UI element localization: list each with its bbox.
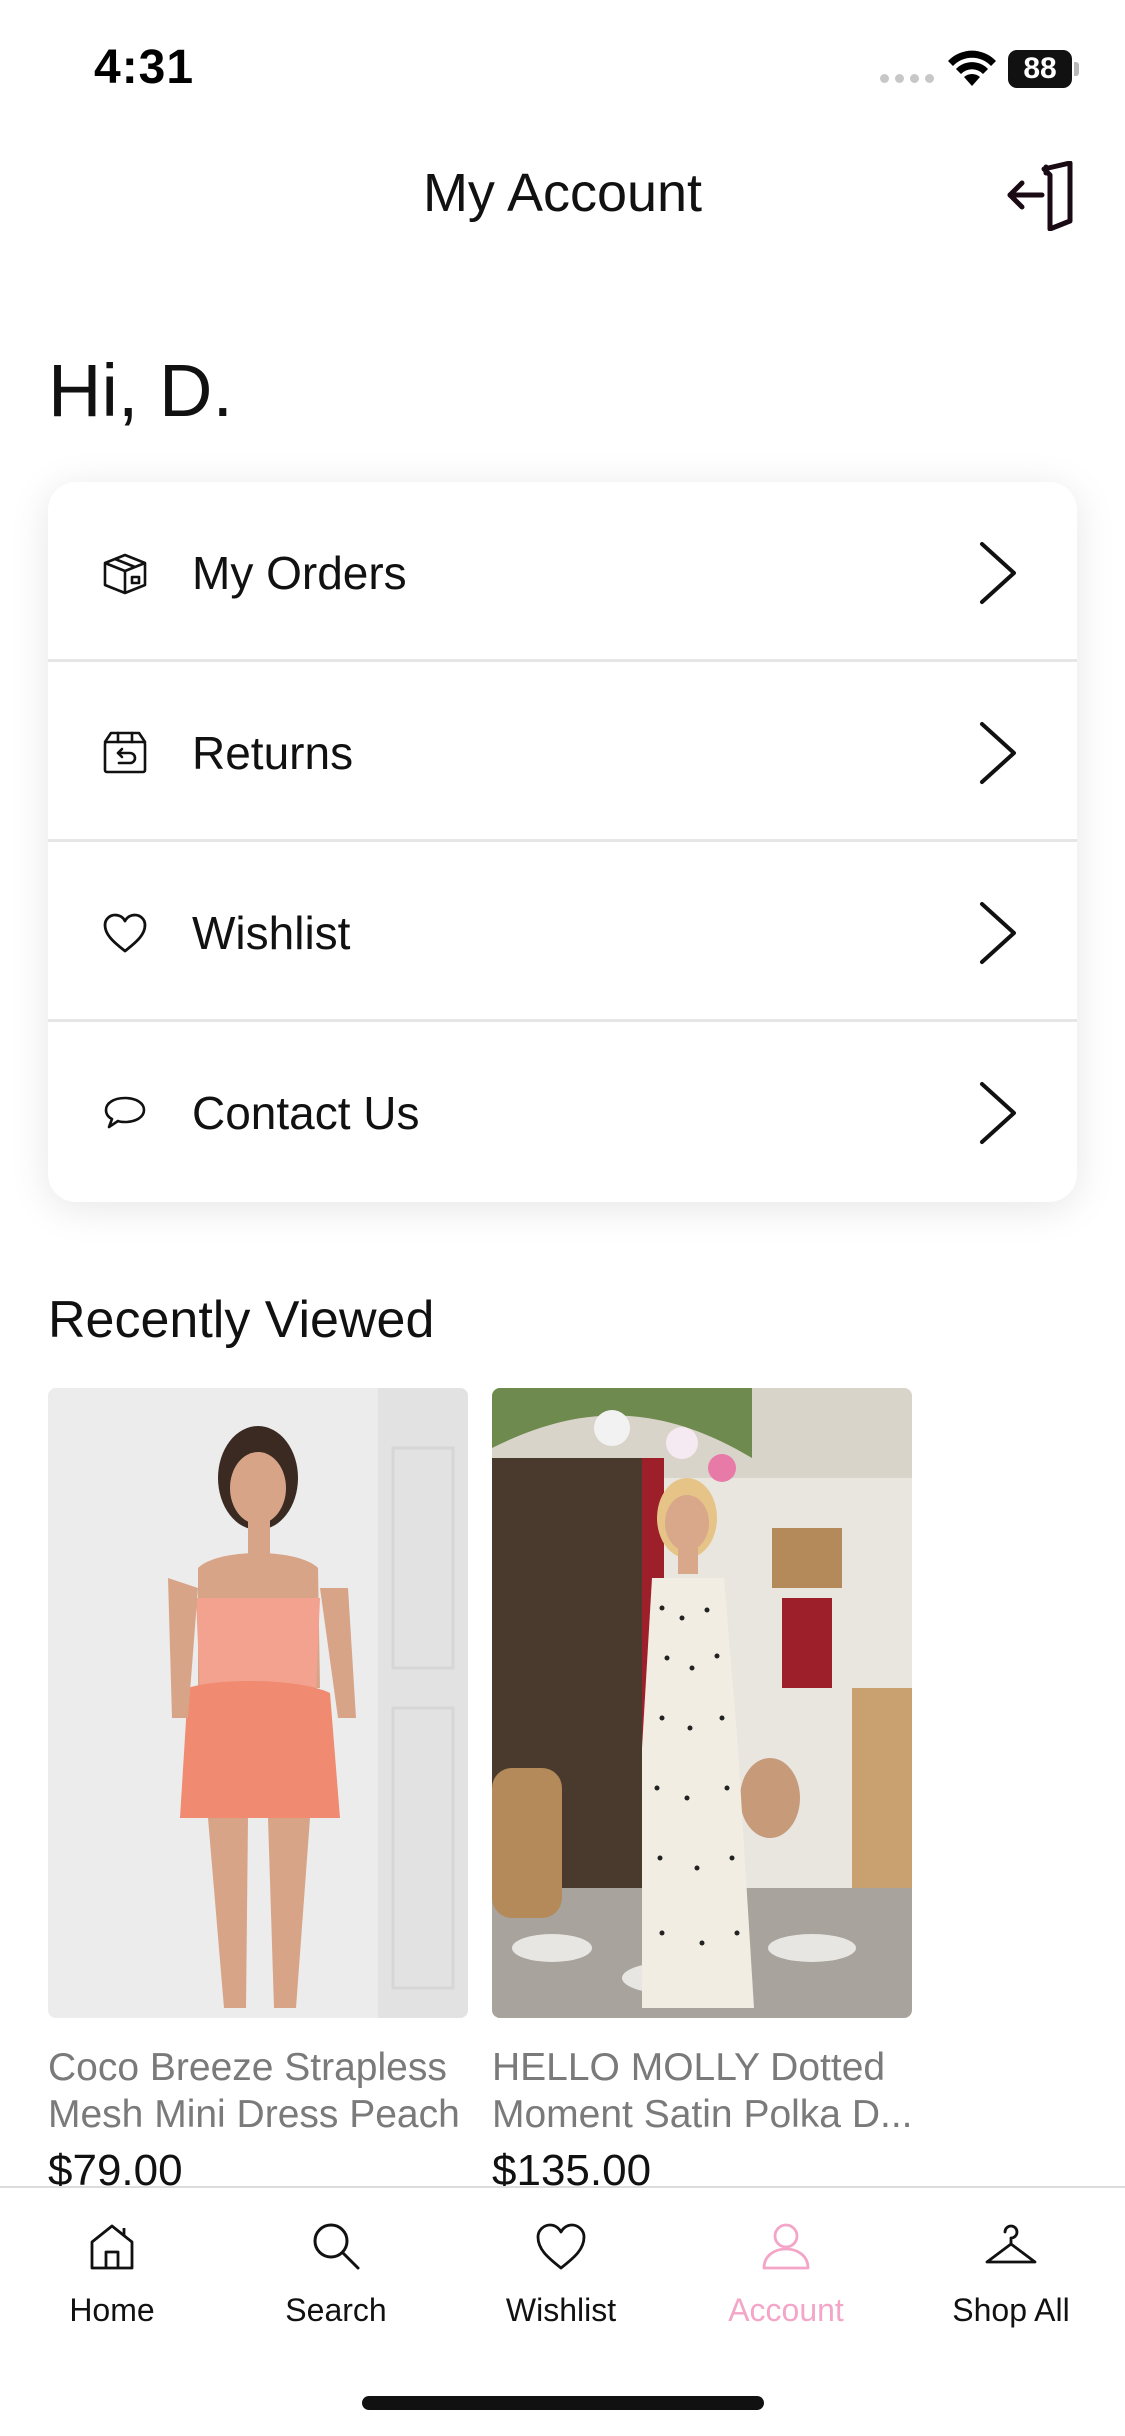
recently-viewed-title: Recently Viewed [48,1291,435,1349]
tab-search[interactable]: Search [236,2218,436,2329]
home-indicator[interactable] [362,2396,764,2410]
heart-icon [536,2223,586,2270]
battery-icon: 88 [1008,50,1072,88]
menu-item-my-orders[interactable]: My Orders [48,482,1077,662]
tab-home[interactable]: Home [12,2218,212,2329]
heart-icon [100,908,150,958]
person-icon [762,2223,810,2270]
menu-item-contact-us[interactable]: Contact Us [48,1022,1077,1202]
tab-label: Search [285,2292,387,2328]
tab-wishlist[interactable]: Wishlist [461,2218,661,2329]
menu-item-label: Contact Us [192,1087,420,1139]
cellular-signal-icon [880,74,934,83]
chevron-right-icon [980,542,1016,604]
logout-icon [1007,161,1073,231]
chevron-right-icon [980,722,1016,784]
menu-item-label: Wishlist [192,907,351,959]
product-name: Coco Breeze Strapless Mesh Mini Dress Pe… [48,2044,478,2138]
product-card[interactable]: Coco Breeze Strapless Mesh Mini Dress Pe… [48,1388,468,2196]
page-title: My Account [422,163,703,223]
status-bar: 4:31 88 [0,0,1125,130]
home-icon [90,2224,134,2270]
chevron-right-icon [980,902,1016,964]
account-menu: My Orders Returns Wishlist Contact Us [48,482,1077,1202]
product-name-line: Moment Satin Polka D... [492,2093,913,2136]
product-name-line: Coco Breeze Strapless [48,2046,447,2089]
tab-shop-all[interactable]: Shop All [911,2218,1111,2329]
return-box-icon [100,728,150,778]
tab-label: Wishlist [505,2292,617,2328]
menu-item-wishlist[interactable]: Wishlist [48,842,1077,1022]
logout-button[interactable] [1000,158,1080,234]
chat-bubble-icon [100,1088,150,1138]
product-name: HELLO MOLLY Dotted Moment Satin Polka D.… [492,2044,922,2138]
tab-account[interactable]: Account [686,2218,886,2329]
tab-label: Shop All [952,2292,1070,2328]
battery-tip [1074,62,1079,76]
menu-item-returns[interactable]: Returns [48,662,1077,842]
product-name-line: Mesh Mini Dress Peach [48,2093,460,2136]
menu-item-label: Returns [192,727,354,779]
status-time: 4:31 [94,41,195,94]
product-card[interactable]: HELLO MOLLY Dotted Moment Satin Polka D.… [492,1388,913,2196]
tab-label: Home [69,2292,155,2328]
hanger-icon [985,2224,1037,2264]
menu-item-label: My Orders [192,547,407,599]
chevron-right-icon [980,1082,1016,1144]
product-name-line: HELLO MOLLY Dotted [492,2046,886,2089]
greeting: Hi, D. [48,349,233,432]
search-icon [313,2223,360,2270]
wifi-icon [948,50,996,86]
product-image[interactable] [48,1388,468,2018]
box-icon [100,548,150,598]
tab-label: Account [728,2292,844,2328]
product-image[interactable] [492,1388,912,2018]
